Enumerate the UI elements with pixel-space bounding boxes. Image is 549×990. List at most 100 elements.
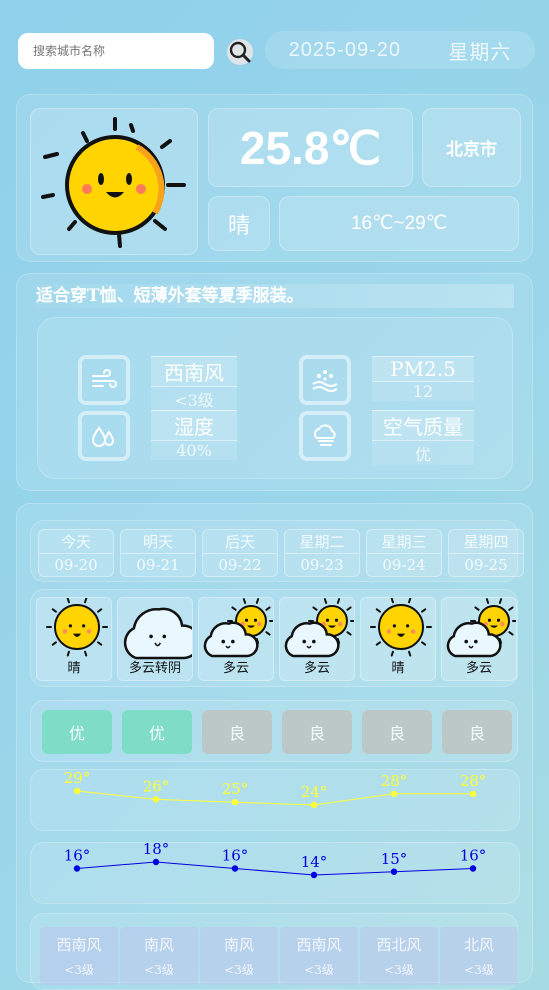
forecast-wind-cell: 西北风 <3级: [360, 927, 438, 985]
search-button[interactable]: [226, 38, 254, 66]
low-temp-point: [152, 858, 160, 866]
forecast-weather-label: 晴: [67, 660, 81, 675]
forecast-date: 09-23: [300, 555, 344, 574]
aqi-row: 优优良良良良: [42, 710, 512, 754]
humidity-info: 湿度 40%: [151, 410, 237, 460]
wind-icon-box: [78, 355, 130, 405]
current-condition: 晴: [227, 213, 250, 239]
forecast-day-cell[interactable]: 星期二 09-23: [284, 529, 360, 577]
low-temp-label: 16°: [64, 847, 91, 865]
temperature-box: 25.8℃: [208, 108, 413, 187]
forecast-day-cell[interactable]: 后天 09-22: [202, 529, 278, 577]
aqi-badge: 优: [122, 710, 192, 754]
wind-icon: [92, 369, 117, 388]
high-temp-point: [73, 787, 81, 795]
low-temp-point: [469, 865, 477, 872]
cloud-haze-icon: [313, 424, 336, 446]
pm25-value: 12: [372, 381, 474, 401]
air-quality-icon-box: [299, 411, 351, 461]
low-temp-label: 16°: [222, 847, 249, 865]
current-icon-box: [30, 108, 198, 255]
sun-icon: [370, 598, 432, 657]
forecast-wind-row: 西南风 <3级 南风 <3级 南风 <3级 西南风 <3级 西北风 <3级 北风 <3级: [40, 927, 518, 985]
low-temp-label: 18°: [143, 842, 170, 858]
low-temp-point: [390, 868, 398, 875]
forecast-weather-card[interactable]: 多云: [279, 597, 355, 681]
forecast-wind-cell: 南风 <3级: [120, 927, 198, 985]
low-temp-line: [76, 861, 474, 876]
aqi-badge: 良: [442, 710, 512, 754]
temp-range: 16℃~29℃: [350, 213, 448, 234]
forecast-wind-direction: 南风: [223, 936, 254, 954]
partly-cloudy-icon: [284, 598, 354, 658]
humidity-label: 湿度: [151, 410, 237, 440]
forecast-date: 09-20: [54, 555, 98, 574]
high-temp-chart: 29° 26° 25° 24° 28° 28°: [64, 769, 487, 809]
forecast-wind-direction: 北风: [463, 936, 494, 954]
pm25-label: PM2.5: [372, 356, 474, 381]
forecast-weather-card[interactable]: 多云: [198, 597, 274, 681]
forecast-wind-level: <3级: [144, 963, 174, 977]
date-bar: 2025-09-20 星期六: [265, 31, 535, 69]
forecast-day-cell[interactable]: 星期三 09-24: [366, 529, 442, 577]
high-temp-point: [469, 790, 477, 797]
forecast-weather-label: 多云: [303, 660, 330, 675]
high-temp-point: [390, 790, 398, 797]
partly-cloudy-icon: [446, 598, 516, 658]
high-temp-point: [231, 799, 239, 806]
partly-cloudy-icon: [203, 598, 273, 658]
pm25-icon-box: [299, 355, 351, 405]
current-temperature: 25.8℃: [239, 121, 382, 174]
low-temp-label: 16°: [460, 847, 487, 865]
forecast-wind-level: <3级: [464, 963, 494, 977]
high-temp-label: 25°: [222, 780, 249, 798]
high-temp-point: [310, 801, 318, 809]
forecast-day-name: 星期四: [463, 532, 509, 551]
advice-bar: 适合穿T恤、短薄外套等夏季服装。: [36, 284, 514, 308]
aqi-badge: 良: [202, 710, 272, 754]
forecast-weather-label: 多云转阴: [128, 660, 181, 675]
low-temp-label: 15°: [381, 850, 408, 868]
forecast-day-name: 今天: [60, 532, 91, 551]
air-quality-info: 空气质量 优: [372, 410, 474, 465]
forecast-day-cell[interactable]: 今天 09-20: [38, 529, 114, 577]
wind-direction: 西南风: [151, 356, 237, 386]
forecast-weather-card[interactable]: 晴: [360, 597, 436, 681]
forecast-wind-level: <3级: [384, 963, 414, 977]
forecast-wind-level: <3级: [304, 963, 334, 977]
current-weekday: 星期六: [448, 39, 512, 64]
current-date: 2025-09-20: [288, 38, 401, 61]
low-temp-point: [231, 865, 239, 872]
wind-info: 西南风 <3级: [151, 356, 237, 411]
sun-icon: [46, 598, 108, 657]
forecast-wind-cell: 西南风 <3级: [40, 927, 118, 985]
forecast-wind-cell: 南风 <3级: [200, 927, 278, 985]
droplet-icon: [91, 426, 115, 447]
air-quality-label: 空气质量: [372, 410, 474, 440]
forecast-weather-card[interactable]: 多云: [441, 597, 517, 681]
forecast-day-cell[interactable]: 明天 09-21: [120, 529, 196, 577]
high-temp-point: [152, 796, 160, 803]
forecast-day-cell[interactable]: 星期四 09-25: [448, 529, 524, 577]
forecast-weather-card[interactable]: 晴: [36, 597, 112, 681]
humidity-icon-box: [78, 411, 130, 461]
dust-icon: [312, 370, 338, 392]
high-temp-line: [76, 790, 473, 806]
forecast-weather-label: 多云: [465, 660, 492, 675]
high-temp-label: 28°: [460, 772, 487, 790]
forecast-wind-direction: 南风: [143, 936, 174, 954]
forecast-date: 09-22: [218, 555, 262, 574]
forecast-wind-direction: 西南风: [56, 936, 102, 954]
aqi-badge: 良: [282, 710, 352, 754]
forecast-wind-level: <3级: [64, 963, 94, 977]
forecast-weather-label: 晴: [391, 660, 405, 675]
high-temp-label: 28°: [381, 772, 408, 790]
forecast-day-name: 星期三: [381, 532, 427, 551]
cloud-icon: [123, 607, 192, 660]
forecast-date: 09-25: [464, 555, 508, 574]
condition-box: 晴: [208, 196, 270, 251]
forecast-weather-card[interactable]: 多云转阴: [117, 597, 193, 681]
low-temp-point: [310, 871, 318, 879]
forecast-wind-cell: 西南风 <3级: [280, 927, 358, 985]
search-input[interactable]: [18, 33, 214, 69]
